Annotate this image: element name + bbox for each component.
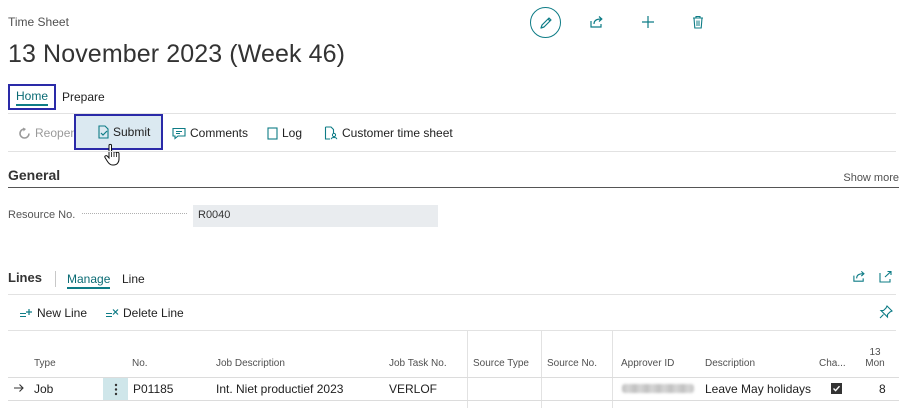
tab-home[interactable]: Home (8, 84, 57, 110)
plus-icon (641, 15, 655, 29)
row-actions-button[interactable] (103, 378, 128, 400)
action-bar-divider (8, 151, 896, 152)
reopen-button[interactable]: Reopen (18, 122, 77, 144)
delete-line-button[interactable]: Delete Line (105, 305, 184, 321)
submit-document-icon (97, 125, 110, 139)
log-label: Log (282, 126, 303, 140)
column-header-type[interactable]: Type (34, 358, 56, 369)
tab-home-label: Home (16, 89, 49, 106)
column-header-no[interactable]: No. (132, 358, 148, 369)
column-header-job-task-no[interactable]: Job Task No. (389, 358, 447, 369)
cell-job-task-no[interactable]: VERLOF (389, 382, 437, 396)
column-header-job-description[interactable]: Job Description (216, 358, 285, 369)
resource-no-field[interactable]: R0040 (193, 205, 438, 227)
submit-label: Submit (113, 125, 151, 139)
share-button[interactable] (581, 7, 611, 37)
log-button[interactable]: Log (267, 122, 302, 144)
new-line-icon (19, 308, 33, 319)
column-header-approver-id[interactable]: Approver ID (621, 358, 674, 369)
new-line-label: New Line (37, 306, 88, 320)
hand-cursor-icon (103, 143, 123, 167)
pin-icon (879, 305, 893, 319)
new-button[interactable] (633, 7, 663, 37)
customer-time-sheet-label: Customer time sheet (342, 126, 453, 140)
delete-line-icon (105, 308, 119, 319)
cell-mon-hours[interactable]: 8 (879, 382, 886, 396)
comment-icon (172, 127, 186, 140)
delete-line-label: Delete Line (123, 306, 184, 320)
tab-prepare[interactable]: Prepare (56, 84, 111, 110)
expand-icon (879, 270, 893, 283)
lines-action-divider (8, 330, 896, 331)
general-section-title[interactable]: General (8, 167, 60, 183)
cell-no[interactable]: P01185 (133, 382, 173, 396)
column-header-source-type[interactable]: Source Type (473, 358, 529, 369)
column-header-day-number: 13 (869, 347, 881, 358)
comments-label: Comments (190, 126, 249, 140)
lines-section-title: Lines (8, 270, 42, 285)
delete-button[interactable] (683, 7, 713, 37)
reopen-label: Reopen (35, 126, 78, 140)
tab-prepare-label: Prepare (62, 90, 105, 104)
cell-description[interactable]: Leave May holidays (705, 382, 811, 396)
page-title: 13 November 2023 (Week 46) (8, 40, 346, 68)
general-section-divider (8, 187, 899, 188)
trash-icon (692, 15, 704, 29)
lines-tab-divider (8, 294, 896, 295)
page-caption: Time Sheet (8, 15, 69, 29)
column-header-description[interactable]: Description (705, 358, 755, 369)
lines-tab-line[interactable]: Line (122, 272, 145, 286)
lines-share-button[interactable] (852, 270, 866, 283)
column-header-chargeable[interactable]: Cha... (819, 358, 846, 369)
column-header-source-no[interactable]: Source No. (547, 358, 597, 369)
cell-approver-id-redacted[interactable] (622, 384, 694, 393)
more-options-icon (114, 383, 118, 396)
share-icon (852, 270, 866, 283)
customer-document-icon (324, 126, 338, 140)
comments-button[interactable]: Comments (172, 122, 248, 144)
pencil-icon (539, 16, 553, 30)
show-more-link[interactable]: Show more (843, 172, 899, 184)
customer-time-sheet-button[interactable]: Customer time sheet (324, 122, 453, 144)
log-icon (267, 126, 278, 140)
column-header-day[interactable]: 13 Mon (860, 347, 890, 369)
lines-tab-separator (55, 271, 56, 287)
cell-job-description[interactable]: Int. Niet productief 2023 (216, 382, 343, 396)
field-leader-dots (82, 213, 187, 214)
cell-type[interactable]: Job (34, 382, 53, 396)
resource-no-label: Resource No. (8, 209, 76, 221)
lines-tab-manage[interactable]: Manage (67, 272, 111, 289)
personalize-button[interactable] (879, 305, 893, 319)
lines-expand-button[interactable] (879, 270, 893, 283)
share-icon (589, 15, 604, 29)
row-selected-arrow-icon (13, 382, 25, 394)
chargeable-checkbox[interactable] (831, 383, 842, 394)
edit-button[interactable] (530, 7, 561, 38)
column-header-day-name: Mon (865, 358, 885, 369)
new-line-button[interactable]: New Line (19, 305, 87, 321)
reopen-icon (18, 127, 31, 140)
